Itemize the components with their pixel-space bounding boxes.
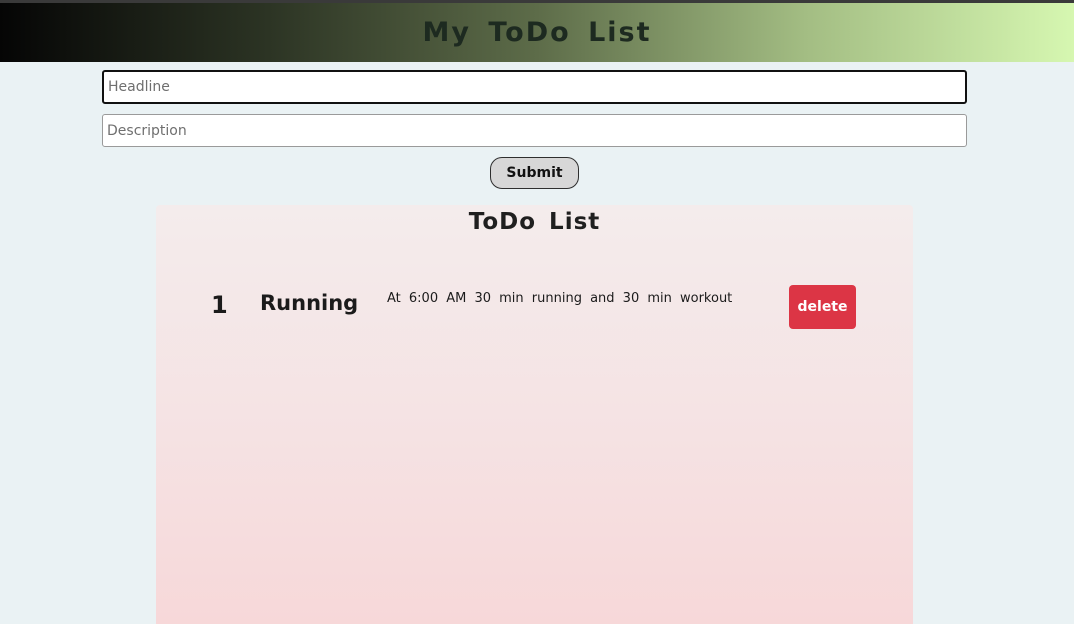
todo-item: 1 Running At 6:00 AM 30 min running and … (156, 279, 913, 331)
todo-item-description: At 6:00 AM 30 min running and 30 min wor… (387, 291, 733, 306)
todo-item-headline: Running (260, 291, 359, 315)
delete-button[interactable]: delete (789, 285, 856, 329)
todo-list-panel: ToDo List 1 Running At 6:00 AM 30 min ru… (156, 205, 913, 624)
description-input[interactable] (102, 114, 967, 147)
todo-item-number: 1 (211, 291, 228, 319)
submit-button[interactable]: Submit (490, 157, 579, 189)
todo-list-title: ToDo List (468, 209, 601, 235)
headline-input[interactable] (102, 70, 967, 104)
app-title: My ToDo List (422, 17, 652, 48)
app-header: My ToDo List (0, 3, 1074, 62)
